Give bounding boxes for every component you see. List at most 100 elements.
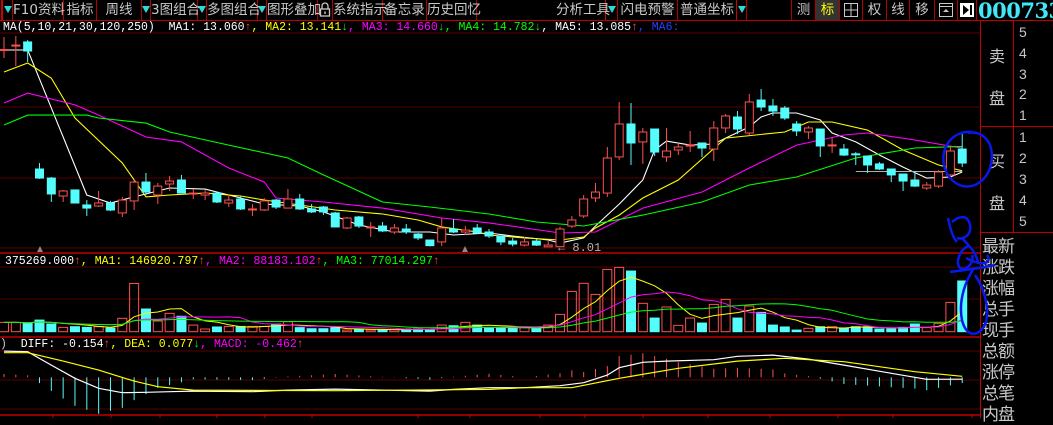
candle-down <box>378 225 388 232</box>
candle-down <box>105 202 115 211</box>
candle-up <box>543 244 553 248</box>
volume-bar <box>578 282 589 333</box>
candle-up <box>744 101 754 134</box>
candle-up <box>602 157 612 194</box>
sell-label: 卖 <box>989 47 1006 66</box>
volume-bar <box>81 326 92 333</box>
candle-down <box>863 155 873 166</box>
candle-down <box>874 163 884 170</box>
candle-down <box>472 227 482 234</box>
chart-canvas[interactable] <box>0 0 980 418</box>
candle-down <box>141 181 151 193</box>
candle-up <box>259 200 269 211</box>
volume-bar <box>957 280 968 333</box>
candle-up <box>366 226 376 229</box>
candle-down <box>46 177 56 195</box>
sell-level: 4 <box>1019 45 1027 61</box>
low-price-marker: ← 8.01 <box>558 241 602 255</box>
candle-down <box>236 198 246 210</box>
volume-bar <box>294 327 305 333</box>
volume-bar <box>69 326 80 333</box>
event-marker-icon <box>462 246 468 252</box>
buy-level: 5 <box>1019 213 1027 229</box>
volume-bar <box>756 311 767 333</box>
buy-label: 盘 <box>989 194 1006 213</box>
candle-down <box>756 99 766 108</box>
volume-bar <box>767 324 778 333</box>
volume-bar <box>188 324 199 333</box>
candle-down <box>650 128 660 153</box>
sell-level: 2 <box>1019 86 1027 102</box>
candle-down <box>34 168 44 179</box>
volume-bar <box>223 325 234 333</box>
volume-bar <box>22 322 33 333</box>
sell-level: 3 <box>1019 66 1027 82</box>
candle-up <box>934 171 944 187</box>
candle-up <box>0 49 9 52</box>
volume-bar <box>46 323 57 333</box>
buy-level: 1 <box>1019 129 1027 145</box>
volume-bar <box>779 326 790 333</box>
volume-bar <box>921 327 932 333</box>
candle-up <box>389 227 399 233</box>
candle-up <box>153 185 163 196</box>
candle-up <box>579 198 589 217</box>
volume-bar <box>211 326 222 333</box>
stock-code: 000733 <box>978 0 1053 23</box>
candle-down <box>449 228 459 233</box>
candle-up <box>460 229 470 233</box>
candle-down <box>508 240 518 245</box>
candle-down <box>484 231 494 237</box>
buy-level: 2 <box>1019 150 1027 166</box>
candle-up <box>58 190 68 197</box>
volume-bar <box>58 326 69 333</box>
volume-bar <box>10 321 21 333</box>
volume-bar <box>365 329 376 333</box>
candle-down <box>851 153 861 156</box>
candle-up <box>11 44 21 47</box>
candle-up <box>94 202 104 207</box>
candle-up <box>437 227 447 243</box>
volume-bar <box>602 268 613 333</box>
volume-bar <box>531 327 542 333</box>
candle-up <box>803 127 813 133</box>
candle-down <box>898 173 908 182</box>
candle-up <box>591 191 600 199</box>
candle-up <box>567 219 577 227</box>
candle-up <box>721 115 731 129</box>
volume-bar <box>649 317 660 333</box>
sell-level: 1 <box>1019 107 1027 123</box>
volume-bar <box>507 327 518 333</box>
candle-down <box>70 189 80 204</box>
candle-down <box>23 41 33 52</box>
volume-bar <box>282 321 293 333</box>
buy-level: 4 <box>1019 192 1027 208</box>
volume-bar <box>424 329 435 333</box>
volume-bar <box>614 266 625 333</box>
candle-up <box>224 199 234 204</box>
volume-bar <box>353 328 364 333</box>
candle-down <box>354 216 364 227</box>
volume-bar <box>93 326 104 333</box>
candle-up <box>661 150 671 158</box>
volume-bar <box>708 303 719 333</box>
buy-label: 买 <box>989 152 1006 171</box>
candle-up <box>165 180 175 185</box>
volume-bar <box>484 327 495 333</box>
volume-bar <box>886 328 897 333</box>
candle-down <box>176 179 186 194</box>
candle-down <box>886 168 896 176</box>
event-marker-icon <box>37 246 43 252</box>
candle-up <box>117 199 127 214</box>
candle-up <box>709 127 719 150</box>
candle-up <box>922 184 932 189</box>
candle-down <box>697 142 707 149</box>
volume-bar <box>838 327 849 333</box>
volume-bar <box>200 328 211 333</box>
candle-up <box>342 217 352 229</box>
candle-down <box>295 198 305 210</box>
candle-down <box>413 233 423 239</box>
volume-bar <box>152 320 163 333</box>
candle-down <box>768 105 778 112</box>
volume-bar <box>259 325 270 333</box>
